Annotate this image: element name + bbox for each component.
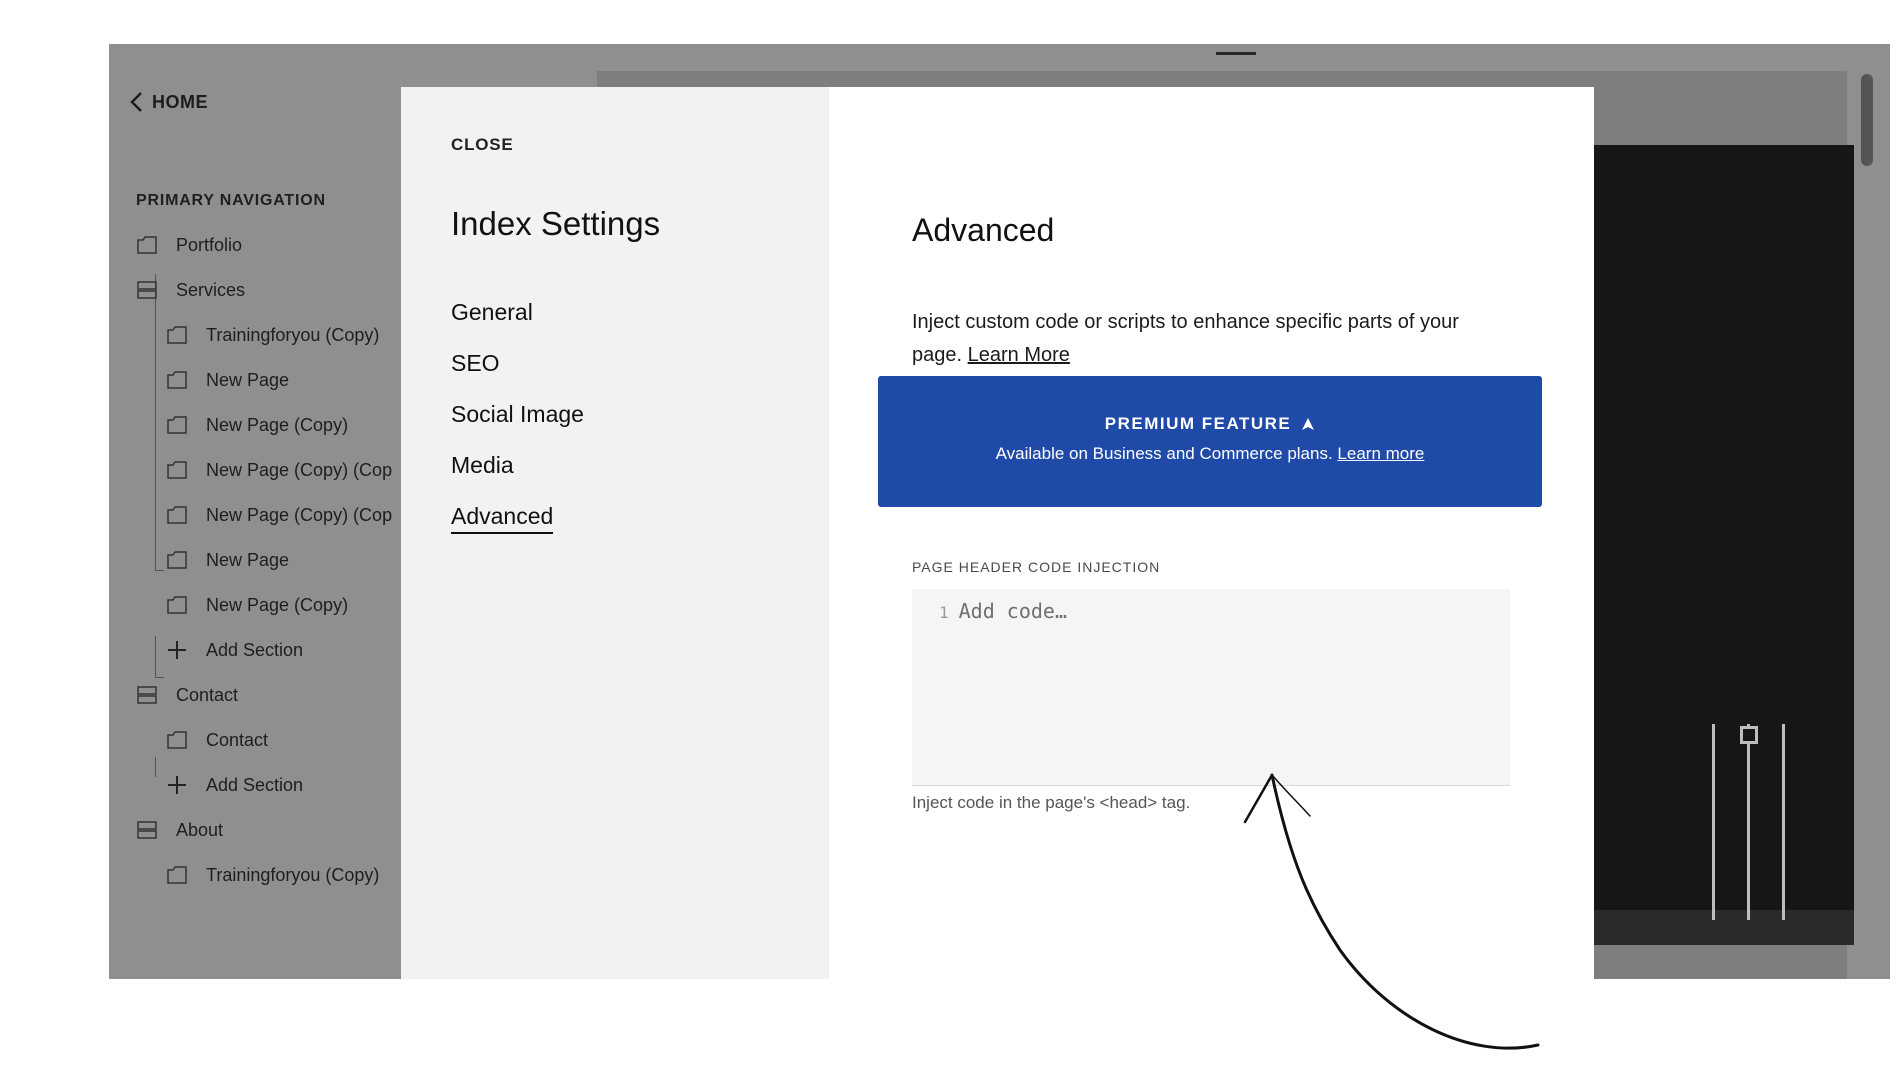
- plus-icon: [166, 774, 188, 796]
- page-icon: [166, 549, 188, 571]
- home-label: HOME: [152, 91, 208, 112]
- nav-item-label: Add Section: [206, 639, 304, 660]
- code-placeholder: Add code…: [958, 599, 1068, 623]
- nav-item-new-page[interactable]: New Page: [166, 369, 289, 391]
- tab-seo[interactable]: SEO: [451, 350, 500, 377]
- nav-item-new-page-copy-copy[interactable]: New Page (Copy) (Cop: [166, 459, 392, 481]
- settings-sidebar: CLOSE Index Settings General SEO Social …: [401, 87, 829, 979]
- home-link[interactable]: HOME: [128, 91, 208, 113]
- nav-item-label: New Page (Copy): [206, 594, 349, 615]
- tab-general[interactable]: General: [451, 299, 533, 326]
- section-icon: [136, 279, 158, 301]
- code-injection-label: PAGE HEADER CODE INJECTION: [912, 559, 1161, 575]
- tree-line: [155, 757, 156, 777]
- preview-slider-track: [1712, 724, 1715, 920]
- nav-heading: PRIMARY NAVIGATION: [136, 192, 326, 209]
- section-description: Inject custom code or scripts to enhance…: [912, 306, 1512, 372]
- nav-item-label: Add Section: [206, 774, 304, 795]
- nav-item-label: Trainingforyou (Copy): [206, 864, 380, 885]
- nav-item-label: Services: [176, 279, 246, 300]
- add-section-button-2[interactable]: Add Section: [166, 774, 303, 796]
- nav-item-portfolio[interactable]: Portfolio: [136, 234, 242, 256]
- page-icon: [166, 729, 188, 751]
- drag-handle[interactable]: [1216, 52, 1256, 55]
- nav-item-label: New Page (Copy): [206, 414, 349, 435]
- plus-icon: [166, 639, 188, 661]
- nav-item-label: New Page: [206, 549, 290, 570]
- preview-dark-section: [1592, 145, 1854, 945]
- section-icon: [136, 819, 158, 841]
- premium-learn-more-link[interactable]: Learn more: [1337, 444, 1424, 463]
- tree-tick: [155, 677, 164, 678]
- page-icon: [166, 459, 188, 481]
- nav-item-trainingforyou-copy-2[interactable]: Trainingforyou (Copy): [166, 864, 379, 886]
- nav-item-new-page-copy-2[interactable]: New Page (Copy): [166, 594, 348, 616]
- premium-subtitle-text: Available on Business and Commerce plans…: [995, 444, 1333, 463]
- preview-slider-track: [1782, 724, 1785, 920]
- pages-panel: HOME PRIMARY NAVIGATION Portfolio Servic…: [109, 44, 403, 979]
- tab-media[interactable]: Media: [451, 452, 514, 479]
- page-icon: [136, 234, 158, 256]
- nav-item-new-page-copy-copy-2[interactable]: New Page (Copy) (Cop: [166, 504, 392, 526]
- modal-title: Index Settings: [451, 205, 661, 242]
- close-button[interactable]: CLOSE: [451, 135, 514, 155]
- nav-item-about[interactable]: About: [136, 819, 223, 841]
- tree-line: [155, 274, 156, 570]
- header-code-editor[interactable]: 1 Add code…: [912, 589, 1510, 786]
- nav-item-label: New Page (Copy) (Cop: [206, 504, 393, 525]
- nav-item-label: About: [176, 819, 224, 840]
- learn-more-link[interactable]: Learn More: [968, 344, 1070, 366]
- add-section-button[interactable]: Add Section: [166, 639, 303, 661]
- premium-title: PREMIUM FEATURE: [878, 414, 1542, 434]
- page-icon: [166, 594, 188, 616]
- chevron-left-icon: [130, 92, 142, 112]
- code-line: 1 Add code…: [939, 599, 1067, 623]
- preview-footer-bar: [1592, 910, 1854, 945]
- nav-item-new-page-copy[interactable]: New Page (Copy): [166, 414, 348, 436]
- page-icon: [166, 864, 188, 886]
- premium-title-text: PREMIUM FEATURE: [1104, 414, 1292, 433]
- page-icon: [166, 504, 188, 526]
- section-icon: [136, 684, 158, 706]
- nav-item-services[interactable]: Services: [136, 279, 245, 301]
- arrow-up-icon: [1302, 418, 1315, 430]
- nav-item-label: New Page: [206, 369, 290, 390]
- nav-item-contact-page[interactable]: Contact: [166, 729, 268, 751]
- nav-item-label: Portfolio: [176, 234, 243, 255]
- section-title: Advanced: [912, 212, 1055, 248]
- page-icon: [166, 324, 188, 346]
- nav-item-contact-section[interactable]: Contact: [136, 684, 238, 706]
- page-icon: [166, 369, 188, 391]
- preview-slider-knob: [1740, 726, 1758, 744]
- page-icon: [166, 414, 188, 436]
- nav-item-new-page-2[interactable]: New Page: [166, 549, 289, 571]
- nav-item-label: New Page (Copy) (Cop: [206, 459, 393, 480]
- premium-subtitle: Available on Business and Commerce plans…: [878, 444, 1542, 464]
- code-help-text: Inject code in the page's <head> tag.: [912, 793, 1191, 812]
- tab-social-image[interactable]: Social Image: [451, 401, 584, 428]
- nav-item-label: Contact: [206, 729, 269, 750]
- nav-item-label: Trainingforyou (Copy): [206, 324, 380, 345]
- tree-tick: [155, 570, 164, 571]
- nav-item-trainingforyou-copy[interactable]: Trainingforyou (Copy): [166, 324, 379, 346]
- preview-scrollbar[interactable]: [1861, 74, 1873, 166]
- nav-item-label: Contact: [176, 684, 239, 705]
- tab-advanced[interactable]: Advanced: [451, 503, 554, 534]
- line-number: 1: [939, 603, 949, 622]
- tree-line: [155, 636, 156, 677]
- preview-slider-track: [1747, 724, 1750, 920]
- premium-feature-banner: PREMIUM FEATURE Available on Business an…: [878, 376, 1542, 507]
- annotation-arrow-icon: [1243, 773, 1540, 1050]
